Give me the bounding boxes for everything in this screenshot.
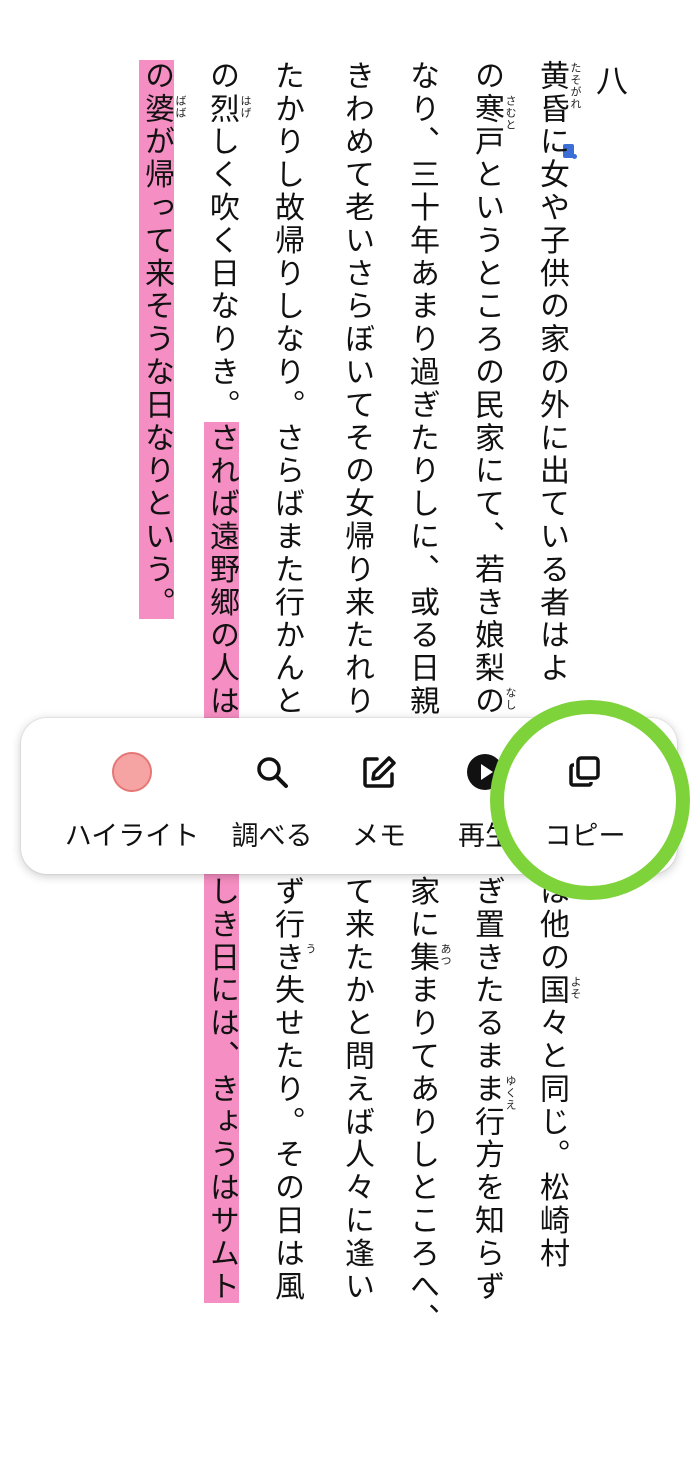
ruby-text: さむと: [504, 94, 517, 131]
text-segment: 黄昏に女や子供の家の外に出ている者はよ: [534, 60, 569, 686]
ruby-text: ばば: [174, 94, 187, 119]
ruby-text: はげ: [239, 94, 252, 119]
ruby-text: なし: [504, 687, 517, 712]
text-segment: きわめて老いさらぼいてその女帰り来たれり: [339, 60, 374, 718]
highlight-color-icon: [112, 752, 152, 792]
search-icon: [252, 752, 292, 792]
ruby-text: たそがれ: [569, 62, 582, 110]
copy-button[interactable]: コピー: [525, 718, 645, 874]
memo-label: メモ: [352, 821, 406, 852]
ruby-text: ゆくえ: [504, 1075, 517, 1111]
text-column[interactable]: の烈しく吹く日なりき。されば遠野郷の人は風の騒がしき日には、きょうはサムト: [201, 60, 241, 1304]
copy-icon: [565, 752, 605, 792]
text-column[interactable]: きわめて老いさらぼいてその女帰り来たれりして帰って来たかと問えば人々に逢い: [336, 60, 376, 1303]
highlight-label: ハイライト: [64, 821, 200, 852]
ruby-text: よそ: [569, 976, 582, 1001]
text-segment: の寒戸というところの民家にて、若き娘梨の: [469, 60, 504, 718]
copy-label: コピー: [544, 821, 626, 852]
chapter-number: 八: [595, 62, 628, 100]
highlighted-text: されば遠野郷の人は: [204, 421, 239, 719]
highlight-button[interactable]: ハイライト: [41, 718, 223, 874]
text-segment: なり、三十年あまり過ぎたりしに、或る日親: [404, 60, 439, 718]
ruby-text: あつ: [439, 943, 452, 968]
text-column[interactable]: の寒戸というところの民家にて、若き娘梨の草履を脱ぎ置きたるまま行方を知らず: [466, 60, 506, 1303]
text-column[interactable]: の婆が帰って来そうな日なりという。: [136, 60, 176, 620]
highlighted-text: の婆が帰って来そうな日なりという。: [139, 60, 174, 620]
text-column[interactable]: なり、三十年あまり過ぎたりしに、或る日親人々その家に集まりてありしところへ、: [401, 60, 441, 1336]
ruby-text: う: [304, 943, 317, 956]
lookup-label: 調べる: [231, 821, 313, 852]
text-column[interactable]: 黄昏に女や子供の家の外に出ている者はよにあうことは他の国々と同じ。松崎村: [531, 60, 571, 1270]
text-segment: の烈しく吹く日なりき。: [204, 60, 239, 422]
edit-note-icon: [359, 752, 399, 792]
lookup-button[interactable]: 調べる: [217, 718, 327, 874]
text-column[interactable]: たかりし故帰りしなり。さらばまた行かんと跡を留めず行き失せたり。その日は風: [266, 60, 306, 1303]
text-segment: たかりし故帰りしなり。さらばまた行かんと: [269, 60, 304, 718]
memo-button[interactable]: メモ: [329, 718, 429, 874]
